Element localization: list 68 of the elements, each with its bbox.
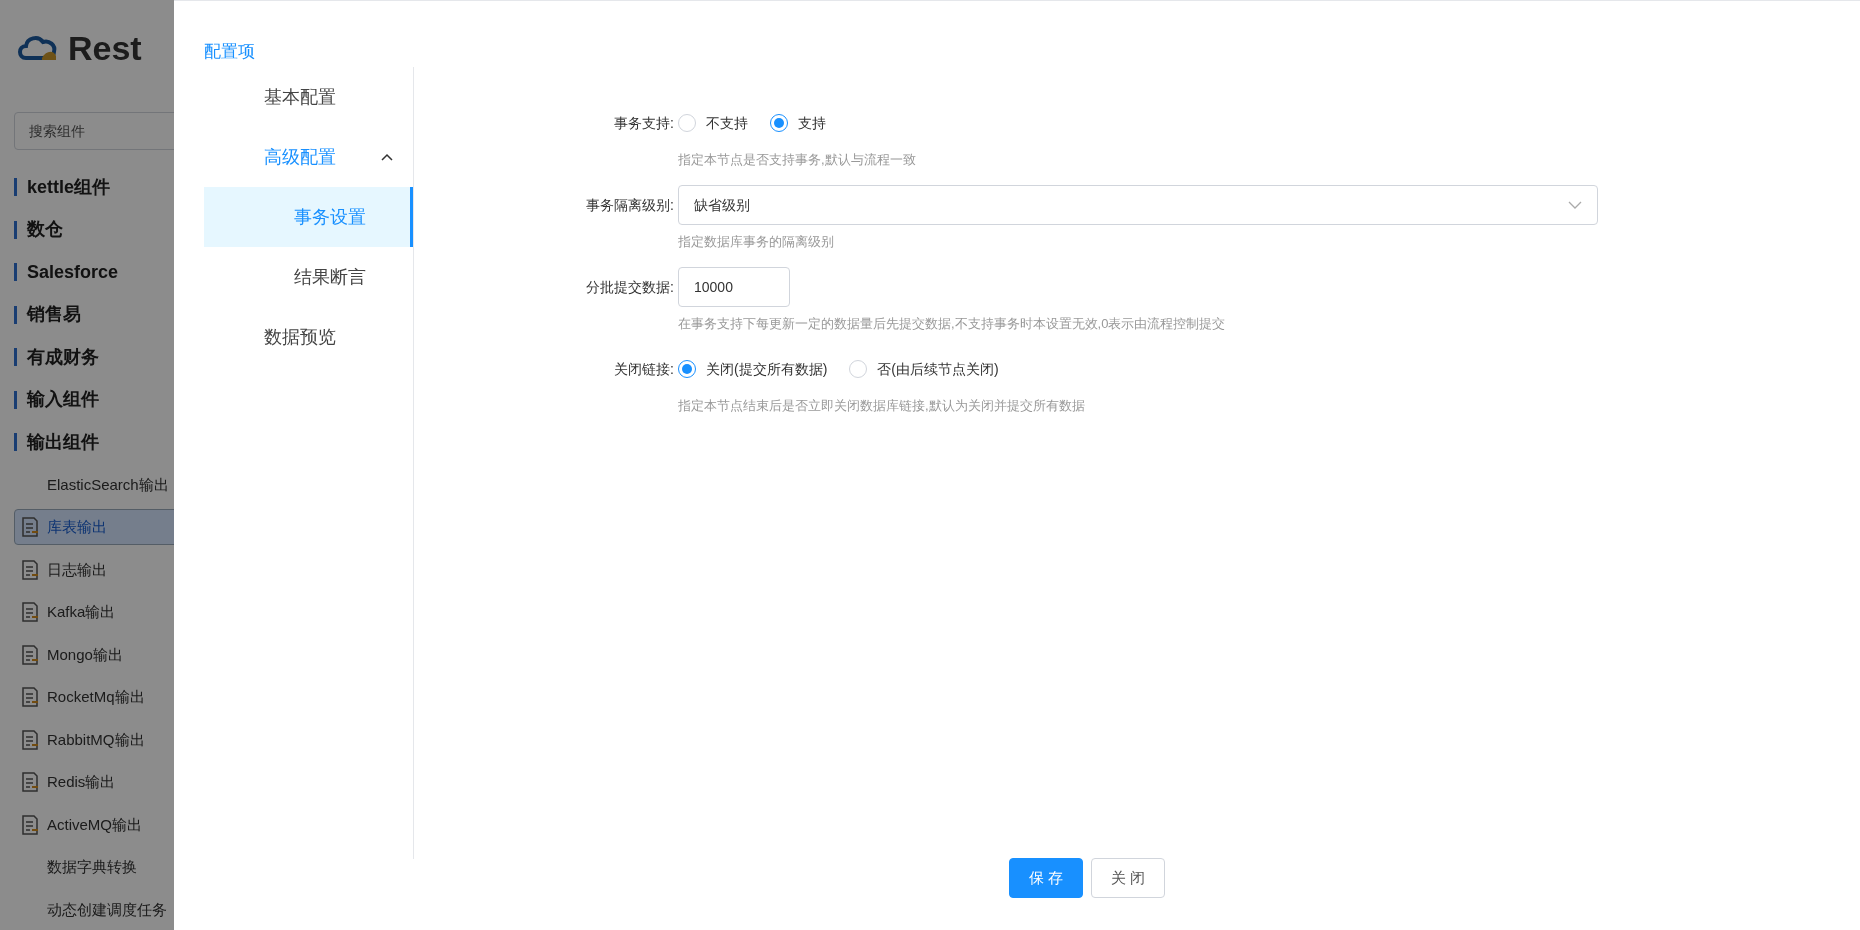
category-marker [14,220,17,239]
item-label: 日志输出 [47,559,107,580]
category-marker [14,305,17,324]
select-field[interactable]: 缺省级别 [678,185,1598,225]
item-label: RocketMq输出 [47,687,145,707]
drawer-title: 配置项 [203,41,256,63]
document-icon [21,729,39,750]
component-item[interactable]: 库表输出 [14,509,174,546]
item-label: 库表输出 [47,517,107,537]
field-hint: 指定本节点结束后是否立即关闭数据库链接,默认为关闭并提交所有数据 [678,397,1085,415]
search-field[interactable]: 搜索组件 [14,112,174,150]
field-label: 分批提交数据: [585,278,675,297]
component-item[interactable]: RocketMq输出 [14,679,174,716]
item-label: ElasticSearch输出 [47,474,169,495]
number-input-field[interactable]: 10000 [678,267,790,307]
component-item[interactable]: ActiveMQ输出 [14,806,174,843]
radio-option[interactable]: 不支持 [678,112,748,134]
nav-item[interactable]: 数据预览 [204,307,413,367]
category-label[interactable]: kettle组件 [27,173,111,201]
category-marker [14,348,17,367]
field-label: 事务支持: [613,114,675,133]
item-label: Redis输出 [47,772,116,792]
document-icon [21,644,39,665]
field-hint: 指定数据库事务的隔离级别 [678,233,835,251]
component-item[interactable]: RabbitMQ输出 [14,721,174,758]
item-label: Mongo输出 [47,644,123,665]
component-item[interactable]: Kafka输出 [14,594,174,631]
item-label: Kafka输出 [47,602,116,622]
document-icon [21,559,39,580]
component-item[interactable]: ElasticSearch输出 [14,466,174,503]
close-button[interactable]: 关 闭 [1091,858,1165,898]
document-icon [21,772,39,793]
category-label[interactable]: 输入组件 [27,386,99,414]
category-label[interactable]: 输出组件 [27,428,99,456]
document-icon [21,517,39,538]
nav-item[interactable]: 结果断言 [204,247,413,307]
radio-option[interactable]: 否(由后续节点关闭) [849,358,999,380]
item-label: 动态创建调度任务 [47,899,167,920]
category-label[interactable]: 数仓 [27,216,63,244]
document-icon [21,687,39,708]
category-marker [14,178,17,197]
category-marker [14,390,17,409]
item-label: 数据字典转换 [47,857,137,877]
component-item[interactable]: 动态创建调度任务 [14,891,174,928]
nav-item[interactable]: 事务设置 [204,187,413,247]
component-item[interactable]: Mongo输出 [14,636,174,673]
chevron-up-icon [381,153,393,161]
chevron-down-icon [1568,201,1582,209]
category-label[interactable]: 销售易 [27,301,81,329]
category-label[interactable]: 有成财务 [27,343,99,371]
save-button[interactable]: 保 存 [1009,858,1083,898]
category-marker [14,433,17,452]
component-item[interactable]: 数据字典转换 [14,849,174,886]
nav-item[interactable]: 基本配置 [204,67,413,127]
component-item[interactable]: Redis输出 [14,764,174,801]
document-icon [21,814,39,835]
radio-option[interactable]: 关闭(提交所有数据) [678,358,828,380]
field-label: 事务隔离级别: [585,196,675,215]
radio-option[interactable]: 支持 [770,112,826,134]
component-item[interactable]: 日志输出 [14,551,174,588]
category-marker [14,263,17,282]
nav-item[interactable]: 高级配置 [204,127,413,187]
document-icon [21,602,39,623]
field-label: 关闭链接: [613,360,675,379]
logo-text: Rest [68,27,142,69]
category-label[interactable]: Salesforce [27,258,119,286]
item-label: ActiveMQ输出 [47,814,142,835]
item-label: RabbitMQ输出 [47,729,145,750]
